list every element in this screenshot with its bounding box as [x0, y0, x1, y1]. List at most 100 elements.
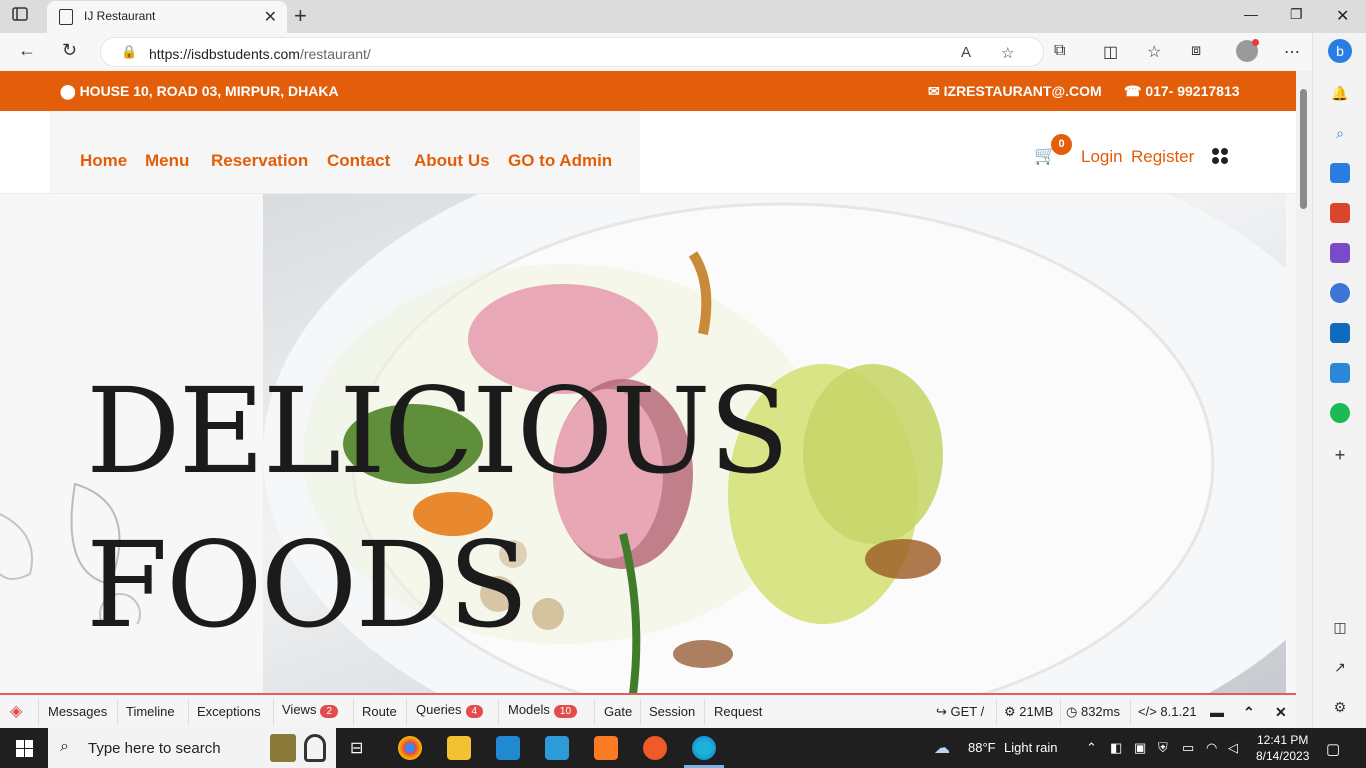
debug-tab-queries[interactable]: Queries 4 [416, 702, 484, 718]
security-shield-icon[interactable]: ⛨ [1158, 740, 1168, 756]
vscode-icon[interactable] [496, 736, 520, 760]
debug-tab-messages[interactable]: Messages [48, 704, 107, 719]
sidebar-toggle-icon[interactable]: ◫ [1330, 617, 1350, 637]
divider [38, 699, 39, 725]
spotify-icon[interactable] [1330, 403, 1350, 423]
divider [996, 699, 997, 725]
phone-link[interactable]: ☎ 017- 99217813 [1124, 83, 1240, 100]
folder-open-icon[interactable]: ▬ [1210, 704, 1224, 720]
browser-tab[interactable]: IJ Restaurant ✕ [47, 1, 287, 33]
task-view-icon[interactable]: ⊟ [350, 738, 363, 758]
back-button[interactable]: ← [18, 40, 36, 61]
tools-icon[interactable] [1330, 203, 1350, 223]
chrome-icon[interactable] [398, 736, 422, 760]
request-method[interactable]: ↪ GET / [936, 704, 984, 720]
volume-icon[interactable]: ◁ [1228, 740, 1238, 756]
weather-temp[interactable]: 88°F [968, 740, 996, 755]
close-debugbar-icon[interactable]: ✕ [1275, 704, 1287, 721]
collections-icon[interactable]: ⧈ [1191, 42, 1201, 60]
more-menu-icon[interactable]: ⋯ [1284, 42, 1300, 62]
debug-tab-session[interactable]: Session [649, 704, 695, 719]
weather-desc[interactable]: Light rain [1004, 740, 1057, 755]
debug-bar: ◈ Messages Timeline Exceptions Views 2 Ro… [0, 693, 1296, 728]
lock-icon[interactable]: 🔒 [121, 44, 137, 60]
external-link-icon[interactable]: ↗ [1330, 657, 1350, 677]
wifi-icon[interactable]: ◠ [1206, 740, 1217, 756]
nav-reservation[interactable]: Reservation [211, 151, 308, 171]
send-icon[interactable] [1330, 363, 1350, 383]
tray-chevron-icon[interactable]: ⌃ [1086, 740, 1097, 756]
add-app-icon[interactable]: + [1330, 445, 1350, 465]
debug-tab-timeline[interactable]: Timeline [126, 704, 175, 719]
divider [1130, 699, 1131, 725]
cart-count-badge: 0 [1051, 134, 1072, 155]
split-screen-icon[interactable]: ◫ [1103, 42, 1118, 62]
favorite-star-icon[interactable]: ☆ [1001, 44, 1014, 62]
windows-start-icon[interactable] [16, 740, 33, 757]
new-tab-button[interactable]: + [294, 3, 307, 29]
address-text: ⬤ HOUSE 10, ROAD 03, MIRPUR, DHAKA [60, 83, 339, 99]
system-clock[interactable]: 12:41 PM 8/14/2023 [1256, 732, 1309, 764]
headphones-icon[interactable] [304, 734, 326, 762]
refresh-button[interactable]: ↻ [62, 40, 77, 61]
contact-bar: ⬤ HOUSE 10, ROAD 03, MIRPUR, DHAKA ✉ IZR… [0, 71, 1296, 111]
grid-menu-icon[interactable] [1212, 148, 1228, 164]
xampp-icon[interactable] [594, 736, 618, 760]
close-tab-icon[interactable]: ✕ [264, 7, 277, 27]
games-icon[interactable] [1330, 243, 1350, 263]
restore-button[interactable]: ❐ [1290, 6, 1303, 23]
nav-about-us[interactable]: About Us [414, 151, 490, 171]
register-link[interactable]: Register [1131, 147, 1194, 167]
office-icon[interactable] [1330, 283, 1350, 303]
clock-icon: ◷ [1066, 704, 1081, 719]
lightning-app-icon[interactable] [545, 736, 569, 760]
divider [353, 699, 354, 725]
debug-tab-route[interactable]: Route [362, 704, 397, 719]
chevron-up-icon[interactable]: ⌃ [1243, 704, 1255, 721]
search-icon[interactable]: ⌕ [1330, 123, 1350, 143]
weather-cloud-icon[interactable]: ☁ [934, 738, 950, 758]
minimize-button[interactable]: — [1244, 6, 1258, 22]
request-duration: ◷ 832ms [1066, 704, 1120, 719]
debug-tab-request[interactable]: Request [714, 704, 762, 719]
nav-home[interactable]: Home [80, 151, 127, 171]
notifications-icon[interactable]: ▢ [1326, 740, 1340, 758]
page-scrollbar[interactable] [1296, 71, 1312, 728]
nav-menu[interactable]: Menu [145, 151, 189, 171]
divider [594, 699, 595, 725]
outlook-icon[interactable] [1330, 323, 1350, 343]
settings-gear-icon[interactable]: ⚙ [1330, 697, 1350, 717]
scrollbar-thumb[interactable] [1300, 89, 1307, 209]
debug-tab-views[interactable]: Views 2 [282, 702, 339, 718]
bell-icon[interactable]: 🔔 [1330, 83, 1350, 103]
nav-go-to-admin[interactable]: GO to Admin [508, 151, 612, 171]
bing-chat-icon[interactable]: b [1328, 39, 1352, 63]
debug-tab-gate[interactable]: Gate [604, 704, 632, 719]
email-link[interactable]: ✉ IZRESTAURANT@.COM [928, 83, 1102, 100]
postman-icon[interactable] [643, 736, 667, 760]
laravel-logo-icon[interactable]: ◈ [10, 701, 22, 721]
shopping-tag-icon[interactable] [1330, 163, 1350, 183]
url-bar[interactable]: 🔒 https://isdbstudents.com/restaurant/ A… [100, 37, 1044, 67]
battery-icon[interactable]: ▭ [1182, 740, 1194, 756]
file-explorer-icon[interactable] [447, 736, 471, 760]
debug-tab-exceptions[interactable]: Exceptions [197, 704, 261, 719]
close-window-button[interactable]: ✕ [1336, 6, 1349, 26]
tray-meet-icon[interactable]: ▣ [1134, 740, 1146, 756]
search-highlight-icon[interactable] [270, 734, 296, 762]
models-count-badge: 10 [553, 705, 578, 718]
memory-usage: ⚙ 21MB [1004, 704, 1054, 719]
nav-contact[interactable]: Contact [327, 151, 390, 171]
login-link[interactable]: Login [1081, 147, 1123, 167]
favorites-icon[interactable]: ☆ [1147, 42, 1161, 62]
debug-tab-models[interactable]: Models 10 [508, 702, 578, 718]
notification-dot [1252, 39, 1259, 46]
hero-line-1: DELICIOUS [86, 362, 790, 500]
read-aloud-icon[interactable]: A [961, 44, 971, 61]
taskbar-search-box[interactable]: ⌕ Type here to search [48, 728, 336, 768]
tray-app-icon[interactable]: ◧ [1110, 740, 1122, 756]
extensions-icon[interactable]: ⧉ [1054, 42, 1065, 60]
tab-actions-icon[interactable] [12, 6, 36, 26]
php-version: </> 8.1.21 [1138, 704, 1197, 719]
edge-icon[interactable] [692, 736, 716, 760]
